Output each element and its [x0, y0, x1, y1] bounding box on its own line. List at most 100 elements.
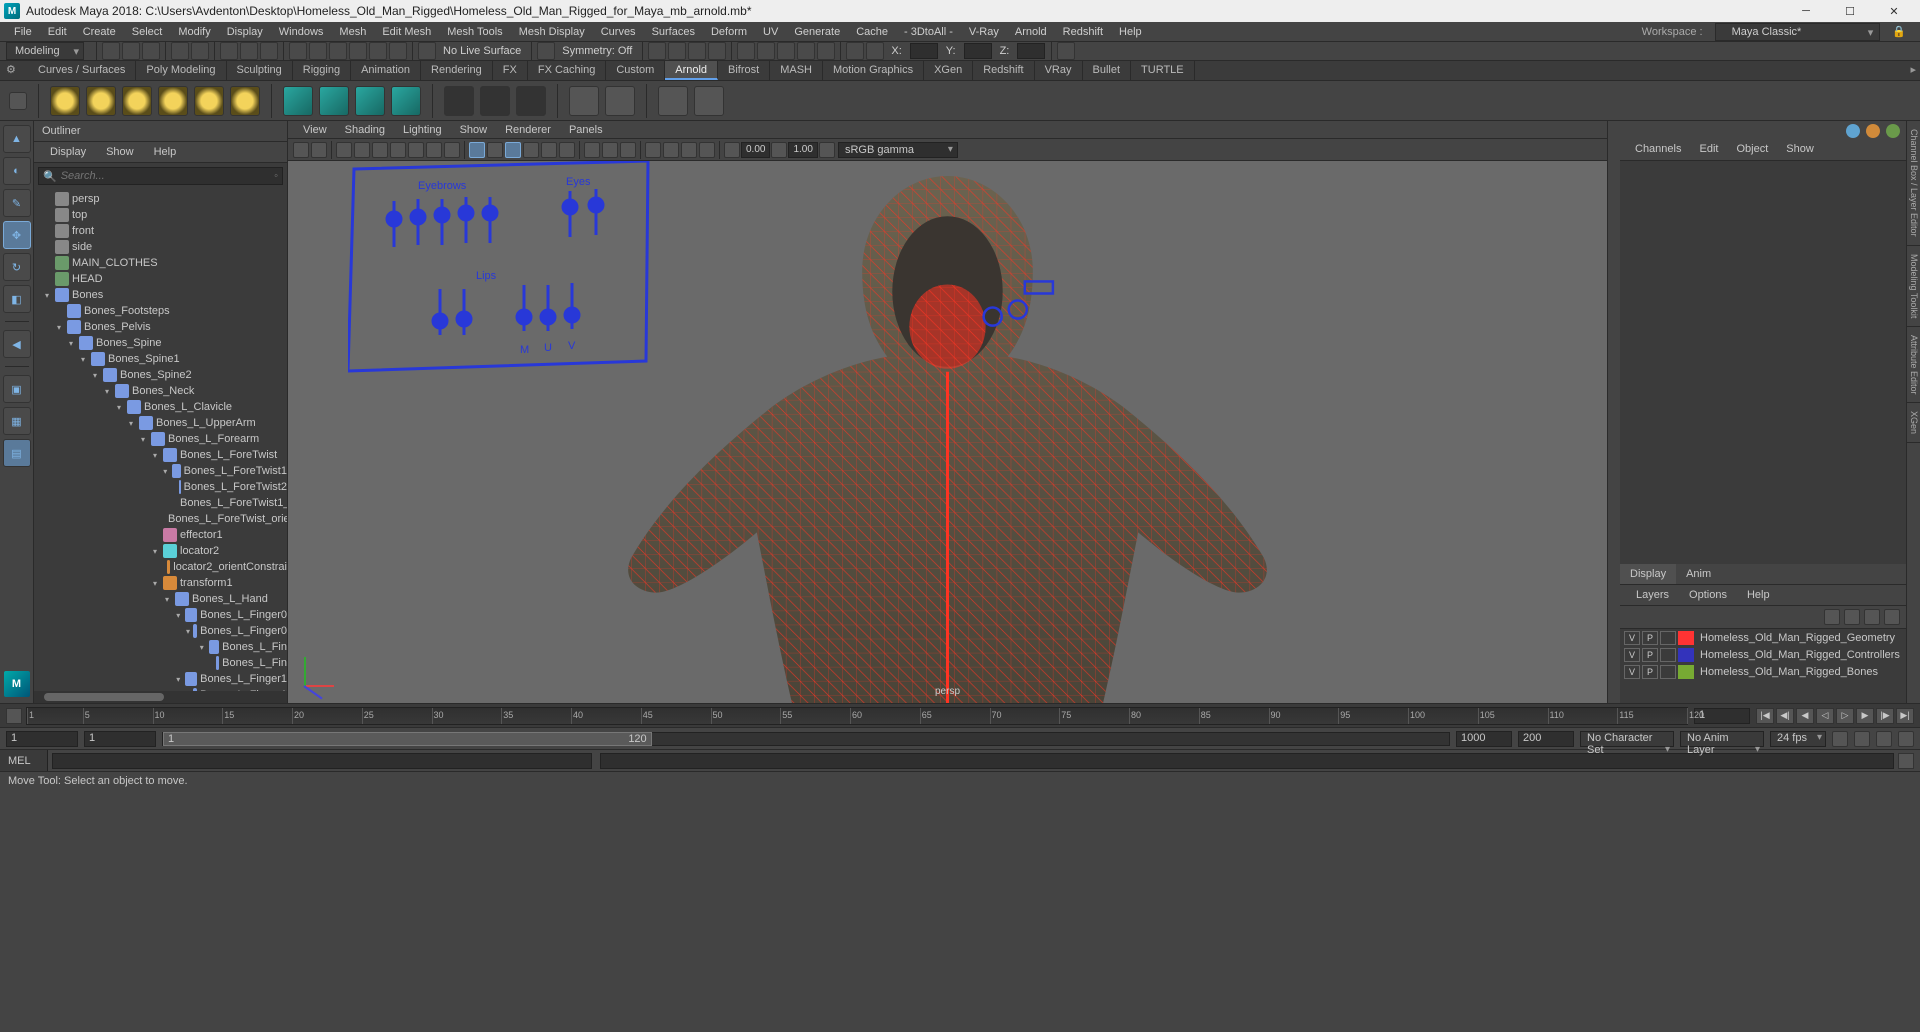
shelf-geo-1[interactable]	[283, 86, 313, 116]
vp-exposure-icon[interactable]	[724, 142, 740, 158]
shelf-tab-rigging[interactable]: Rigging	[293, 61, 351, 80]
layer-menu-layers[interactable]: Layers	[1626, 587, 1679, 603]
menu-windows[interactable]: Windows	[271, 24, 332, 40]
side-tab-xgen[interactable]: XGen	[1907, 403, 1920, 443]
shelf-tab-animation[interactable]: Animation	[351, 61, 421, 80]
sidebar-toggle-button[interactable]	[1057, 42, 1075, 60]
shelf-tab-fx-caching[interactable]: FX Caching	[528, 61, 606, 80]
play-fwd-button[interactable]: ▷	[1836, 708, 1854, 724]
menu-display[interactable]: Display	[219, 24, 271, 40]
shelf-aov-3[interactable]	[516, 86, 546, 116]
shelf-tab-bifrost[interactable]: Bifrost	[718, 61, 770, 80]
scale-tool[interactable]: ◧	[3, 285, 31, 313]
shelf-light-5[interactable]	[194, 86, 224, 116]
outliner-tree[interactable]: persptopfrontsideMAIN_CLOTHESHEAD▾BonesB…	[34, 189, 287, 691]
tool-settings-icon[interactable]	[1866, 124, 1880, 138]
outliner-menu-help[interactable]: Help	[144, 144, 187, 160]
vp-menu-shading[interactable]: Shading	[336, 122, 394, 138]
outliner-node[interactable]: ▾locator2	[34, 543, 287, 559]
redo-button[interactable]	[191, 42, 209, 60]
vp-lock-cam-button[interactable]	[311, 142, 327, 158]
tab-anim[interactable]: Anim	[1676, 564, 1721, 584]
outliner-node[interactable]: ▾Bones_Spine	[34, 335, 287, 351]
menu--3dtoall-[interactable]: - 3DtoAll -	[896, 24, 961, 40]
select-object-button[interactable]	[240, 42, 258, 60]
c2-button[interactable]	[668, 42, 686, 60]
maximize-button[interactable]: ☐	[1828, 0, 1872, 22]
outliner-node[interactable]: Bones_Footsteps	[34, 303, 287, 319]
display-layer[interactable]: VPHomeless_Old_Man_Rigged_Bones	[1620, 663, 1906, 680]
select-hierarchy-button[interactable]	[220, 42, 238, 60]
vp-menu-renderer[interactable]: Renderer	[496, 122, 560, 138]
vp-aa-button[interactable]	[681, 142, 697, 158]
menu-file[interactable]: File	[6, 24, 40, 40]
outliner-node[interactable]: ▾Bones_Neck	[34, 383, 287, 399]
vp-menu-view[interactable]: View	[294, 122, 336, 138]
outliner-node[interactable]: Bones_L_ForeTwist_orie	[34, 511, 287, 527]
go-end-button[interactable]: ▶|	[1896, 708, 1914, 724]
vp-lights-button[interactable]	[541, 142, 557, 158]
ipr-button[interactable]	[757, 42, 775, 60]
outliner-node[interactable]: effector1	[34, 527, 287, 543]
side-tab-modeling-toolkit[interactable]: Modeling Toolkit	[1907, 246, 1920, 327]
shelf-geo-3[interactable]	[355, 86, 385, 116]
menu-deform[interactable]: Deform	[703, 24, 755, 40]
save-scene-button[interactable]	[142, 42, 160, 60]
move-tool[interactable]: ✥	[3, 221, 31, 249]
shelf-tab-poly-modeling[interactable]: Poly Modeling	[136, 61, 226, 80]
outliner-node[interactable]: HEAD	[34, 271, 287, 287]
menu-select[interactable]: Select	[124, 24, 171, 40]
time-slider-track[interactable]: 1510152025303540455055606570758085909510…	[26, 707, 1688, 725]
ch-menu-edit[interactable]: Edit	[1690, 141, 1727, 160]
menu-cache[interactable]: Cache	[848, 24, 896, 40]
charset-dropdown[interactable]: No Character Set	[1580, 731, 1674, 747]
vp-gamma-icon[interactable]	[771, 142, 787, 158]
vp-shaded-button[interactable]	[487, 142, 503, 158]
menu-edit[interactable]: Edit	[40, 24, 75, 40]
go-start-button[interactable]: |◀	[1756, 708, 1774, 724]
vp-safe-title-button[interactable]	[444, 142, 460, 158]
ch-menu-channels[interactable]: Channels	[1626, 141, 1690, 160]
vp-shaded-wire-button[interactable]	[505, 142, 521, 158]
shelf-tab-redshift[interactable]: Redshift	[973, 61, 1034, 80]
menu-help[interactable]: Help	[1111, 24, 1150, 40]
menu-arnold[interactable]: Arnold	[1007, 24, 1055, 40]
vp-xray-button[interactable]	[602, 142, 618, 158]
snap-point-button[interactable]	[329, 42, 347, 60]
layer-create-empty-button[interactable]	[1864, 609, 1880, 625]
outliner-menu-show[interactable]: Show	[96, 144, 144, 160]
vp-field-chart-button[interactable]	[408, 142, 424, 158]
close-button[interactable]: ✕	[1872, 0, 1916, 22]
shelf-light-6[interactable]	[230, 86, 260, 116]
vp-gamma-field[interactable]: 1.00	[788, 142, 817, 158]
menu-uv[interactable]: UV	[755, 24, 786, 40]
display-layer[interactable]: VPHomeless_Old_Man_Rigged_Controllers	[1620, 646, 1906, 663]
vp-motion-blur-button[interactable]	[663, 142, 679, 158]
undo-button[interactable]	[171, 42, 189, 60]
shelf-tab-sculpting[interactable]: Sculpting	[227, 61, 293, 80]
range-thumb[interactable]: 1120	[163, 732, 652, 746]
layout-four[interactable]: ▦	[3, 407, 31, 435]
snap-live-button[interactable]	[389, 42, 407, 60]
shelf-light-1[interactable]	[50, 86, 80, 116]
script-lang-button[interactable]: MEL	[0, 750, 48, 771]
outliner-node[interactable]: ▾Bones_L_UpperArm	[34, 415, 287, 431]
shelf-light-2[interactable]	[86, 86, 116, 116]
animlayer-dropdown[interactable]: No Anim Layer	[1680, 731, 1764, 747]
workspace-dropdown[interactable]: Maya Classic*	[1715, 23, 1881, 41]
menu-redshift[interactable]: Redshift	[1055, 24, 1111, 40]
outliner-node[interactable]: ▾Bones_L_ForeTwist	[34, 447, 287, 463]
c1-button[interactable]	[648, 42, 666, 60]
shelf-render-2[interactable]	[694, 86, 724, 116]
lasso-tool[interactable]: ◐	[3, 157, 31, 185]
render-settings-button[interactable]	[777, 42, 795, 60]
vp-colorspace-dropdown[interactable]: sRGB gamma	[838, 142, 958, 158]
shelf-render-1[interactable]	[658, 86, 688, 116]
shelf-tab-mash[interactable]: MASH	[770, 61, 823, 80]
fps-dropdown[interactable]: 24 fps	[1770, 731, 1826, 747]
shelf-tab-arnold[interactable]: Arnold	[665, 61, 718, 80]
range-start-field[interactable]: 1	[6, 731, 78, 747]
outliner-node[interactable]: top	[34, 207, 287, 223]
vp-shadows-button[interactable]	[559, 142, 575, 158]
search-clear-icon[interactable]: ◦	[274, 170, 278, 182]
